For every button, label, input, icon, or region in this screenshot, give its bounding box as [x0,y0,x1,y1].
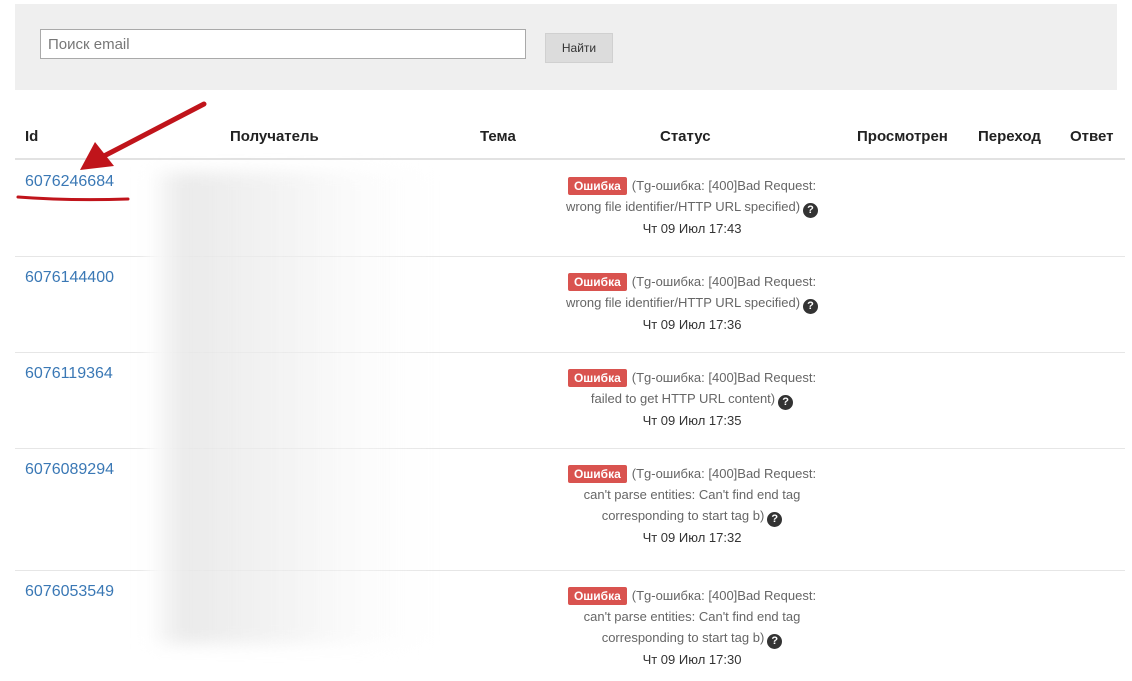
question-circle-icon[interactable]: ? [778,395,794,410]
search-button[interactable]: Найти [545,33,613,63]
status-cell: Ошибка (Tg-ошибка: [400]Bad Request: can'… [542,585,842,670]
status-text: (Tg-ошибка: [400]Bad Request: [631,370,817,385]
table-row: 6076246684 Ошибка (Tg-ошибка: [400]Bad Re… [15,161,1125,257]
status-time: Чт 09 Июл 17:36 [642,317,742,332]
error-badge: Ошибка [567,273,627,291]
row-id-link[interactable]: 6076119364 [25,365,113,383]
status-text: corresponding to start tag b) [601,630,765,645]
status-text: wrong file identifier/HTTP URL specified… [565,295,801,310]
status-text: (Tg-ошибка: [400]Bad Request: [631,274,817,289]
error-badge: Ошибка [567,465,627,483]
question-circle-icon[interactable]: ? [803,203,819,218]
column-header-reply: Ответ [1070,128,1114,145]
table-row: 6076089294 Ошибка (Tg-ошибка: [400]Bad Re… [15,449,1125,571]
status-text: can't parse entities: Can't find end tag [583,609,801,624]
status-time: Чт 09 Июл 17:30 [642,652,742,667]
column-header-clicked: Переход [978,128,1041,145]
table-body: 6076246684 Ошибка (Tg-ошибка: [400]Bad Re… [15,161,1125,681]
row-id-link[interactable]: 6076246684 [25,173,114,191]
status-cell: Ошибка (Tg-ошибка: [400]Bad Request: can'… [542,463,842,548]
column-header-status: Статус [660,128,711,145]
status-text: can't parse entities: Can't find end tag [583,487,801,502]
status-text: (Tg-ошибка: [400]Bad Request: [631,178,817,193]
status-text: wrong file identifier/HTTP URL specified… [565,199,801,214]
table-row: 6076053549 Ошибка (Tg-ошибка: [400]Bad Re… [15,571,1125,681]
status-time: Чт 09 Июл 17:35 [642,413,742,428]
column-header-subject: Тема [480,128,516,145]
status-text: (Tg-ошибка: [400]Bad Request: [631,588,817,603]
error-badge: Ошибка [567,587,627,605]
row-id-link[interactable]: 6076144400 [25,269,114,287]
status-text: failed to get HTTP URL content) [590,391,776,406]
status-text: corresponding to start tag b) [601,508,765,523]
status-cell: Ошибка (Tg-ошибка: [400]Bad Request: wron… [542,271,842,335]
table-header: Id Получатель Тема Статус Просмотрен Пер… [15,122,1125,160]
question-circle-icon[interactable]: ? [803,299,819,314]
status-cell: Ошибка (Tg-ошибка: [400]Bad Request: wron… [542,175,842,239]
question-circle-icon[interactable]: ? [767,512,783,527]
question-circle-icon[interactable]: ? [767,634,783,649]
search-input[interactable] [40,29,526,59]
column-header-recipient: Получатель [230,128,319,145]
column-header-id: Id [25,128,39,145]
row-id-link[interactable]: 6076053549 [25,583,114,601]
row-id-link[interactable]: 6076089294 [25,461,114,479]
search-panel: Найти [15,4,1117,90]
status-cell: Ошибка (Tg-ошибка: [400]Bad Request: fail… [542,367,842,431]
status-time: Чт 09 Июл 17:43 [642,221,742,236]
error-badge: Ошибка [567,177,627,195]
table-row: 6076119364 Ошибка (Tg-ошибка: [400]Bad Re… [15,353,1125,449]
error-badge: Ошибка [567,369,627,387]
column-header-viewed: Просмотрен [857,128,948,145]
table-row: 6076144400 Ошибка (Tg-ошибка: [400]Bad Re… [15,257,1125,353]
status-time: Чт 09 Июл 17:32 [642,530,742,545]
status-text: (Tg-ошибка: [400]Bad Request: [631,466,817,481]
